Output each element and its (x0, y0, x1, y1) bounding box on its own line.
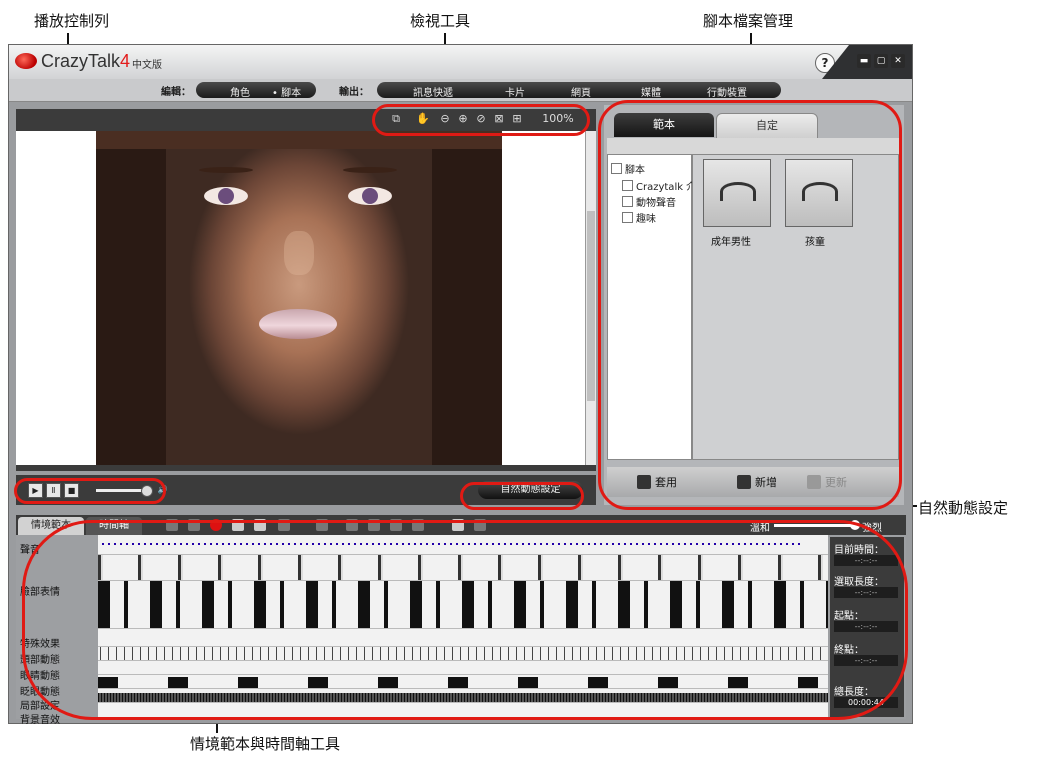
mode-script[interactable]: • 腳本 (272, 84, 301, 99)
ring-script-panel (598, 100, 902, 510)
left-eye (204, 187, 248, 205)
maximize-icon[interactable]: ▢ (874, 54, 888, 68)
callout-script-mgmt: 腳本檔案管理 (703, 12, 794, 30)
edit-mode-switch: 角色 • 腳本 (196, 82, 316, 99)
track-label-bgm[interactable]: 背景音效 (20, 711, 60, 726)
output-messenger[interactable]: 訊息快遞 (413, 84, 453, 99)
ring-view-tools (372, 104, 590, 136)
output-mode-switch: 訊息快遞 卡片 網頁 媒體 行動裝置 (377, 82, 781, 99)
callout-playback: 播放控制列 (34, 12, 110, 30)
title-bar: CrazyTalk4 中文版 ? ▬ ▢ ✕ (9, 45, 912, 79)
lips (259, 309, 337, 339)
character-face-image (96, 131, 502, 465)
ring-playback (14, 478, 166, 504)
output-mobile[interactable]: 行動裝置 (707, 84, 747, 99)
preview-canvas[interactable] (16, 131, 586, 465)
callout-view-tools: 檢視工具 (410, 12, 471, 30)
preview-viewer: ⧉ ✋ ⊖ ⊕ ⊘ ⊠ ⊞ 100% (16, 109, 596, 471)
callout-auto-motion: 自然動態設定 (918, 499, 1009, 517)
close-icon[interactable]: ✕ (891, 54, 905, 68)
output-web[interactable]: 網頁 (571, 84, 591, 99)
mode-bar: 編輯： 角色 • 腳本 輸出： 訊息快遞 卡片 網頁 媒體 行動裝置 (9, 79, 912, 102)
app-edition: 中文版 (132, 60, 162, 71)
output-media[interactable]: 媒體 (641, 84, 661, 99)
edit-label: 編輯： (161, 87, 191, 98)
ring-auto-motion (460, 482, 584, 510)
callout-timeline-tools: 情境範本與時間軸工具 (190, 735, 341, 753)
ring-timeline (22, 520, 908, 720)
crazytalk-logo-icon (15, 53, 37, 69)
right-eye (348, 187, 392, 205)
viewer-vertical-scrollbar[interactable] (585, 131, 596, 465)
mode-character[interactable]: 角色 (230, 84, 250, 99)
minimize-icon[interactable]: ▬ (857, 54, 871, 68)
app-logo: CrazyTalk4 (41, 51, 131, 71)
output-label: 輸出： (339, 87, 369, 98)
output-card[interactable]: 卡片 (505, 84, 525, 99)
